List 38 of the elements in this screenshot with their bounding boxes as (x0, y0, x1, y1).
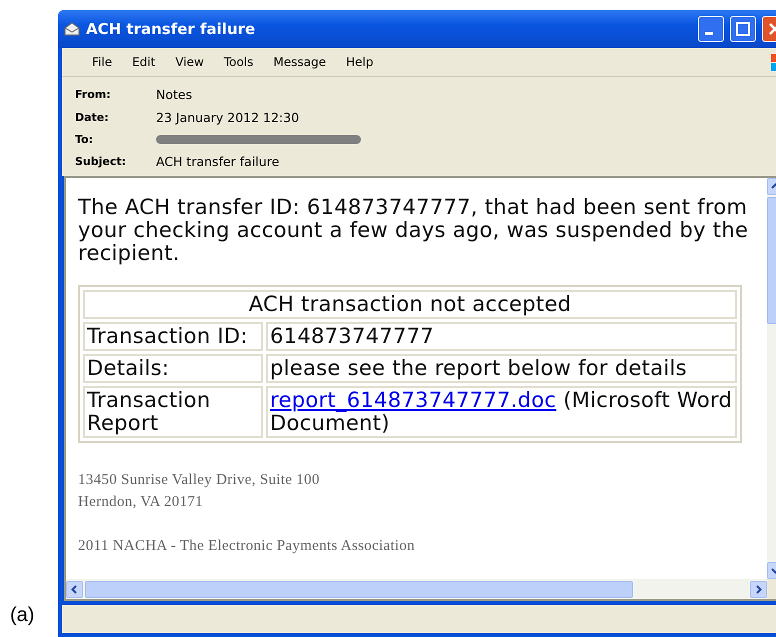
header-value: Notes (156, 87, 192, 102)
header-label: To: (75, 133, 94, 146)
header-label: From: (75, 88, 112, 101)
address-line: Herndon, VA 20171 (78, 493, 204, 512)
menu-item[interactable]: Tools (214, 55, 264, 69)
maximize-button[interactable] (730, 16, 756, 42)
menu-item[interactable]: Edit (122, 55, 166, 69)
table-title: ACH transaction not accepted (83, 290, 737, 319)
header-value: 23 January 2012 12:30 (156, 110, 300, 125)
chevron-right-icon (754, 584, 763, 594)
table-cell: please see the report below for details (266, 354, 737, 383)
figure-label: (a) (9, 604, 36, 627)
message-text: The ACH transfer ID: 614873747777, that had been sent from your checking account a few days ago, was suspended by the recipient. (78, 196, 750, 265)
table-cell: Transaction Report (83, 386, 263, 438)
footer-text: 2011 NACHA - The Electronic Payments Association (78, 537, 416, 556)
table-cell: Details: (83, 354, 263, 383)
attachment-link[interactable]: report_614873747777.doc (270, 388, 556, 412)
menu-item[interactable]: View (165, 55, 214, 69)
header-value: ACH transfer failure (156, 154, 280, 169)
menu-item[interactable]: Message (263, 55, 336, 69)
scroll-left-button[interactable] (66, 580, 83, 598)
chevron-left-icon (70, 584, 79, 594)
minimize-icon (705, 32, 713, 34)
header-label: Subject: (75, 155, 128, 168)
scroll-right-button[interactable] (750, 580, 767, 598)
window-title: ACH transfer failure (86, 20, 256, 38)
horizontal-scrollbar[interactable] (66, 579, 767, 599)
envelope-icon (64, 22, 80, 36)
address-line: 13450 Sunrise Valley Drive, Suite 100 (78, 471, 321, 490)
table-cell: report_614873747777.doc (Microsoft Word Document) (266, 386, 737, 438)
header-label: Date: (75, 111, 110, 124)
menu-item[interactable]: Help (336, 55, 384, 69)
scrollbar-thumb[interactable] (85, 580, 633, 598)
menu-item[interactable]: File (82, 55, 122, 69)
table-cell: Transaction ID: (83, 322, 263, 351)
maximize-icon (736, 22, 750, 36)
minimize-button[interactable] (698, 16, 724, 42)
table-cell: 614873747777 (266, 322, 737, 351)
